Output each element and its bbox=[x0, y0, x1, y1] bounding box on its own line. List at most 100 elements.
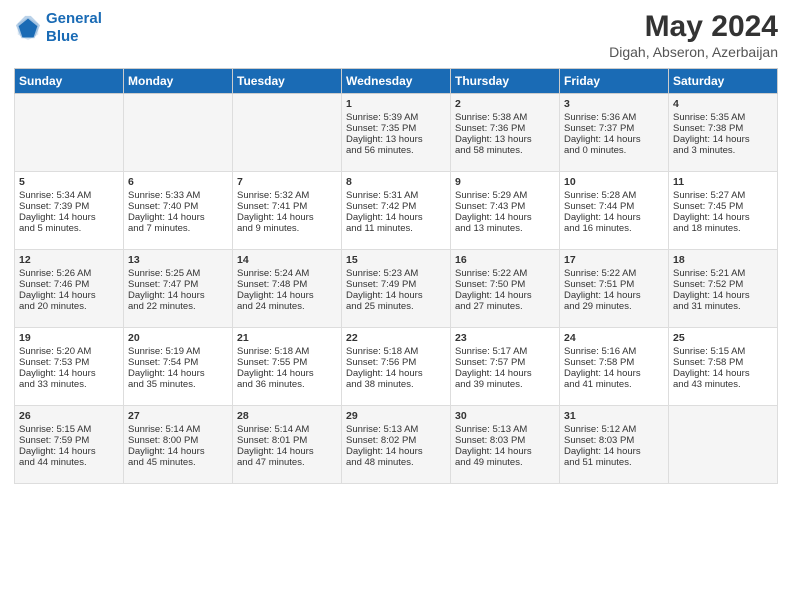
day-info: Sunset: 7:44 PM bbox=[564, 201, 664, 212]
day-info: and 41 minutes. bbox=[564, 379, 664, 390]
day-info: Sunrise: 5:34 AM bbox=[19, 190, 119, 201]
day-info: Sunrise: 5:12 AM bbox=[564, 424, 664, 435]
day-info: Daylight: 14 hours bbox=[564, 446, 664, 457]
day-info: Daylight: 14 hours bbox=[564, 290, 664, 301]
day-number: 16 bbox=[455, 254, 555, 266]
day-info: and 38 minutes. bbox=[346, 379, 446, 390]
day-cell: 30Sunrise: 5:13 AMSunset: 8:03 PMDayligh… bbox=[451, 406, 560, 484]
day-info: Sunset: 7:47 PM bbox=[128, 279, 228, 290]
day-number: 26 bbox=[19, 410, 119, 422]
day-number: 2 bbox=[455, 98, 555, 110]
day-info: Sunrise: 5:13 AM bbox=[346, 424, 446, 435]
day-info: Sunrise: 5:39 AM bbox=[346, 112, 446, 123]
day-info: Sunrise: 5:20 AM bbox=[19, 346, 119, 357]
day-number: 7 bbox=[237, 176, 337, 188]
day-number: 13 bbox=[128, 254, 228, 266]
day-cell: 6Sunrise: 5:33 AMSunset: 7:40 PMDaylight… bbox=[124, 172, 233, 250]
title-section: May 2024 Digah, Abseron, Azerbaijan bbox=[609, 10, 778, 60]
logo-line1: General bbox=[46, 10, 102, 27]
day-cell: 19Sunrise: 5:20 AMSunset: 7:53 PMDayligh… bbox=[15, 328, 124, 406]
day-info: and 48 minutes. bbox=[346, 457, 446, 468]
logo-text: General Blue bbox=[46, 10, 102, 46]
day-info: Sunset: 7:37 PM bbox=[564, 123, 664, 134]
day-info: Sunrise: 5:18 AM bbox=[346, 346, 446, 357]
day-info: and 44 minutes. bbox=[19, 457, 119, 468]
day-cell: 1Sunrise: 5:39 AMSunset: 7:35 PMDaylight… bbox=[342, 94, 451, 172]
day-cell: 22Sunrise: 5:18 AMSunset: 7:56 PMDayligh… bbox=[342, 328, 451, 406]
day-info: Daylight: 14 hours bbox=[346, 446, 446, 457]
day-info: Sunset: 7:53 PM bbox=[19, 357, 119, 368]
day-number: 4 bbox=[673, 98, 773, 110]
day-info: Sunset: 7:58 PM bbox=[564, 357, 664, 368]
day-info: Sunset: 7:38 PM bbox=[673, 123, 773, 134]
week-row-5: 26Sunrise: 5:15 AMSunset: 7:59 PMDayligh… bbox=[15, 406, 778, 484]
day-number: 11 bbox=[673, 176, 773, 188]
column-header-tuesday: Tuesday bbox=[233, 69, 342, 94]
day-info: Sunset: 7:52 PM bbox=[673, 279, 773, 290]
day-number: 24 bbox=[564, 332, 664, 344]
day-cell: 15Sunrise: 5:23 AMSunset: 7:49 PMDayligh… bbox=[342, 250, 451, 328]
day-info: Sunrise: 5:36 AM bbox=[564, 112, 664, 123]
day-info: Sunrise: 5:19 AM bbox=[128, 346, 228, 357]
header: General Blue May 2024 Digah, Abseron, Az… bbox=[14, 10, 778, 60]
week-row-3: 12Sunrise: 5:26 AMSunset: 7:46 PMDayligh… bbox=[15, 250, 778, 328]
day-cell: 10Sunrise: 5:28 AMSunset: 7:44 PMDayligh… bbox=[560, 172, 669, 250]
day-cell bbox=[15, 94, 124, 172]
column-header-saturday: Saturday bbox=[669, 69, 778, 94]
day-number: 22 bbox=[346, 332, 446, 344]
day-number: 28 bbox=[237, 410, 337, 422]
day-info: Daylight: 14 hours bbox=[564, 368, 664, 379]
day-number: 6 bbox=[128, 176, 228, 188]
day-info: and 56 minutes. bbox=[346, 145, 446, 156]
day-info: and 29 minutes. bbox=[564, 301, 664, 312]
day-info: and 39 minutes. bbox=[455, 379, 555, 390]
day-info: Sunset: 7:58 PM bbox=[673, 357, 773, 368]
day-cell: 31Sunrise: 5:12 AMSunset: 8:03 PMDayligh… bbox=[560, 406, 669, 484]
day-info: Sunset: 7:36 PM bbox=[455, 123, 555, 134]
column-header-monday: Monday bbox=[124, 69, 233, 94]
day-info: Daylight: 14 hours bbox=[19, 446, 119, 457]
day-number: 27 bbox=[128, 410, 228, 422]
day-info: Sunset: 7:59 PM bbox=[19, 435, 119, 446]
day-info: and 45 minutes. bbox=[128, 457, 228, 468]
day-number: 29 bbox=[346, 410, 446, 422]
day-info: and 31 minutes. bbox=[673, 301, 773, 312]
day-info: Daylight: 14 hours bbox=[237, 368, 337, 379]
day-info: Sunrise: 5:15 AM bbox=[19, 424, 119, 435]
day-info: Sunset: 7:45 PM bbox=[673, 201, 773, 212]
column-header-wednesday: Wednesday bbox=[342, 69, 451, 94]
day-number: 18 bbox=[673, 254, 773, 266]
day-info: Daylight: 14 hours bbox=[346, 290, 446, 301]
day-info: Daylight: 14 hours bbox=[128, 290, 228, 301]
day-info: and 0 minutes. bbox=[564, 145, 664, 156]
day-info: Sunrise: 5:18 AM bbox=[237, 346, 337, 357]
day-number: 15 bbox=[346, 254, 446, 266]
day-info: Daylight: 14 hours bbox=[673, 290, 773, 301]
week-row-1: 1Sunrise: 5:39 AMSunset: 7:35 PMDaylight… bbox=[15, 94, 778, 172]
day-cell: 25Sunrise: 5:15 AMSunset: 7:58 PMDayligh… bbox=[669, 328, 778, 406]
day-info: Sunrise: 5:23 AM bbox=[346, 268, 446, 279]
day-info: Daylight: 14 hours bbox=[19, 290, 119, 301]
day-info: Sunset: 7:50 PM bbox=[455, 279, 555, 290]
day-info: Daylight: 13 hours bbox=[346, 134, 446, 145]
day-info: Sunrise: 5:14 AM bbox=[237, 424, 337, 435]
day-info: Daylight: 14 hours bbox=[19, 212, 119, 223]
day-number: 17 bbox=[564, 254, 664, 266]
day-info: and 47 minutes. bbox=[237, 457, 337, 468]
day-cell: 11Sunrise: 5:27 AMSunset: 7:45 PMDayligh… bbox=[669, 172, 778, 250]
day-info: and 49 minutes. bbox=[455, 457, 555, 468]
day-number: 21 bbox=[237, 332, 337, 344]
day-info: Daylight: 14 hours bbox=[673, 134, 773, 145]
day-info: and 16 minutes. bbox=[564, 223, 664, 234]
calendar-table: SundayMondayTuesdayWednesdayThursdayFrid… bbox=[14, 68, 778, 484]
header-row: SundayMondayTuesdayWednesdayThursdayFrid… bbox=[15, 69, 778, 94]
day-cell bbox=[233, 94, 342, 172]
day-cell: 23Sunrise: 5:17 AMSunset: 7:57 PMDayligh… bbox=[451, 328, 560, 406]
logo-line2: Blue bbox=[46, 28, 79, 45]
day-info: and 27 minutes. bbox=[455, 301, 555, 312]
day-info: and 43 minutes. bbox=[673, 379, 773, 390]
day-info: and 7 minutes. bbox=[128, 223, 228, 234]
day-info: and 24 minutes. bbox=[237, 301, 337, 312]
day-number: 1 bbox=[346, 98, 446, 110]
day-info: Sunrise: 5:17 AM bbox=[455, 346, 555, 357]
